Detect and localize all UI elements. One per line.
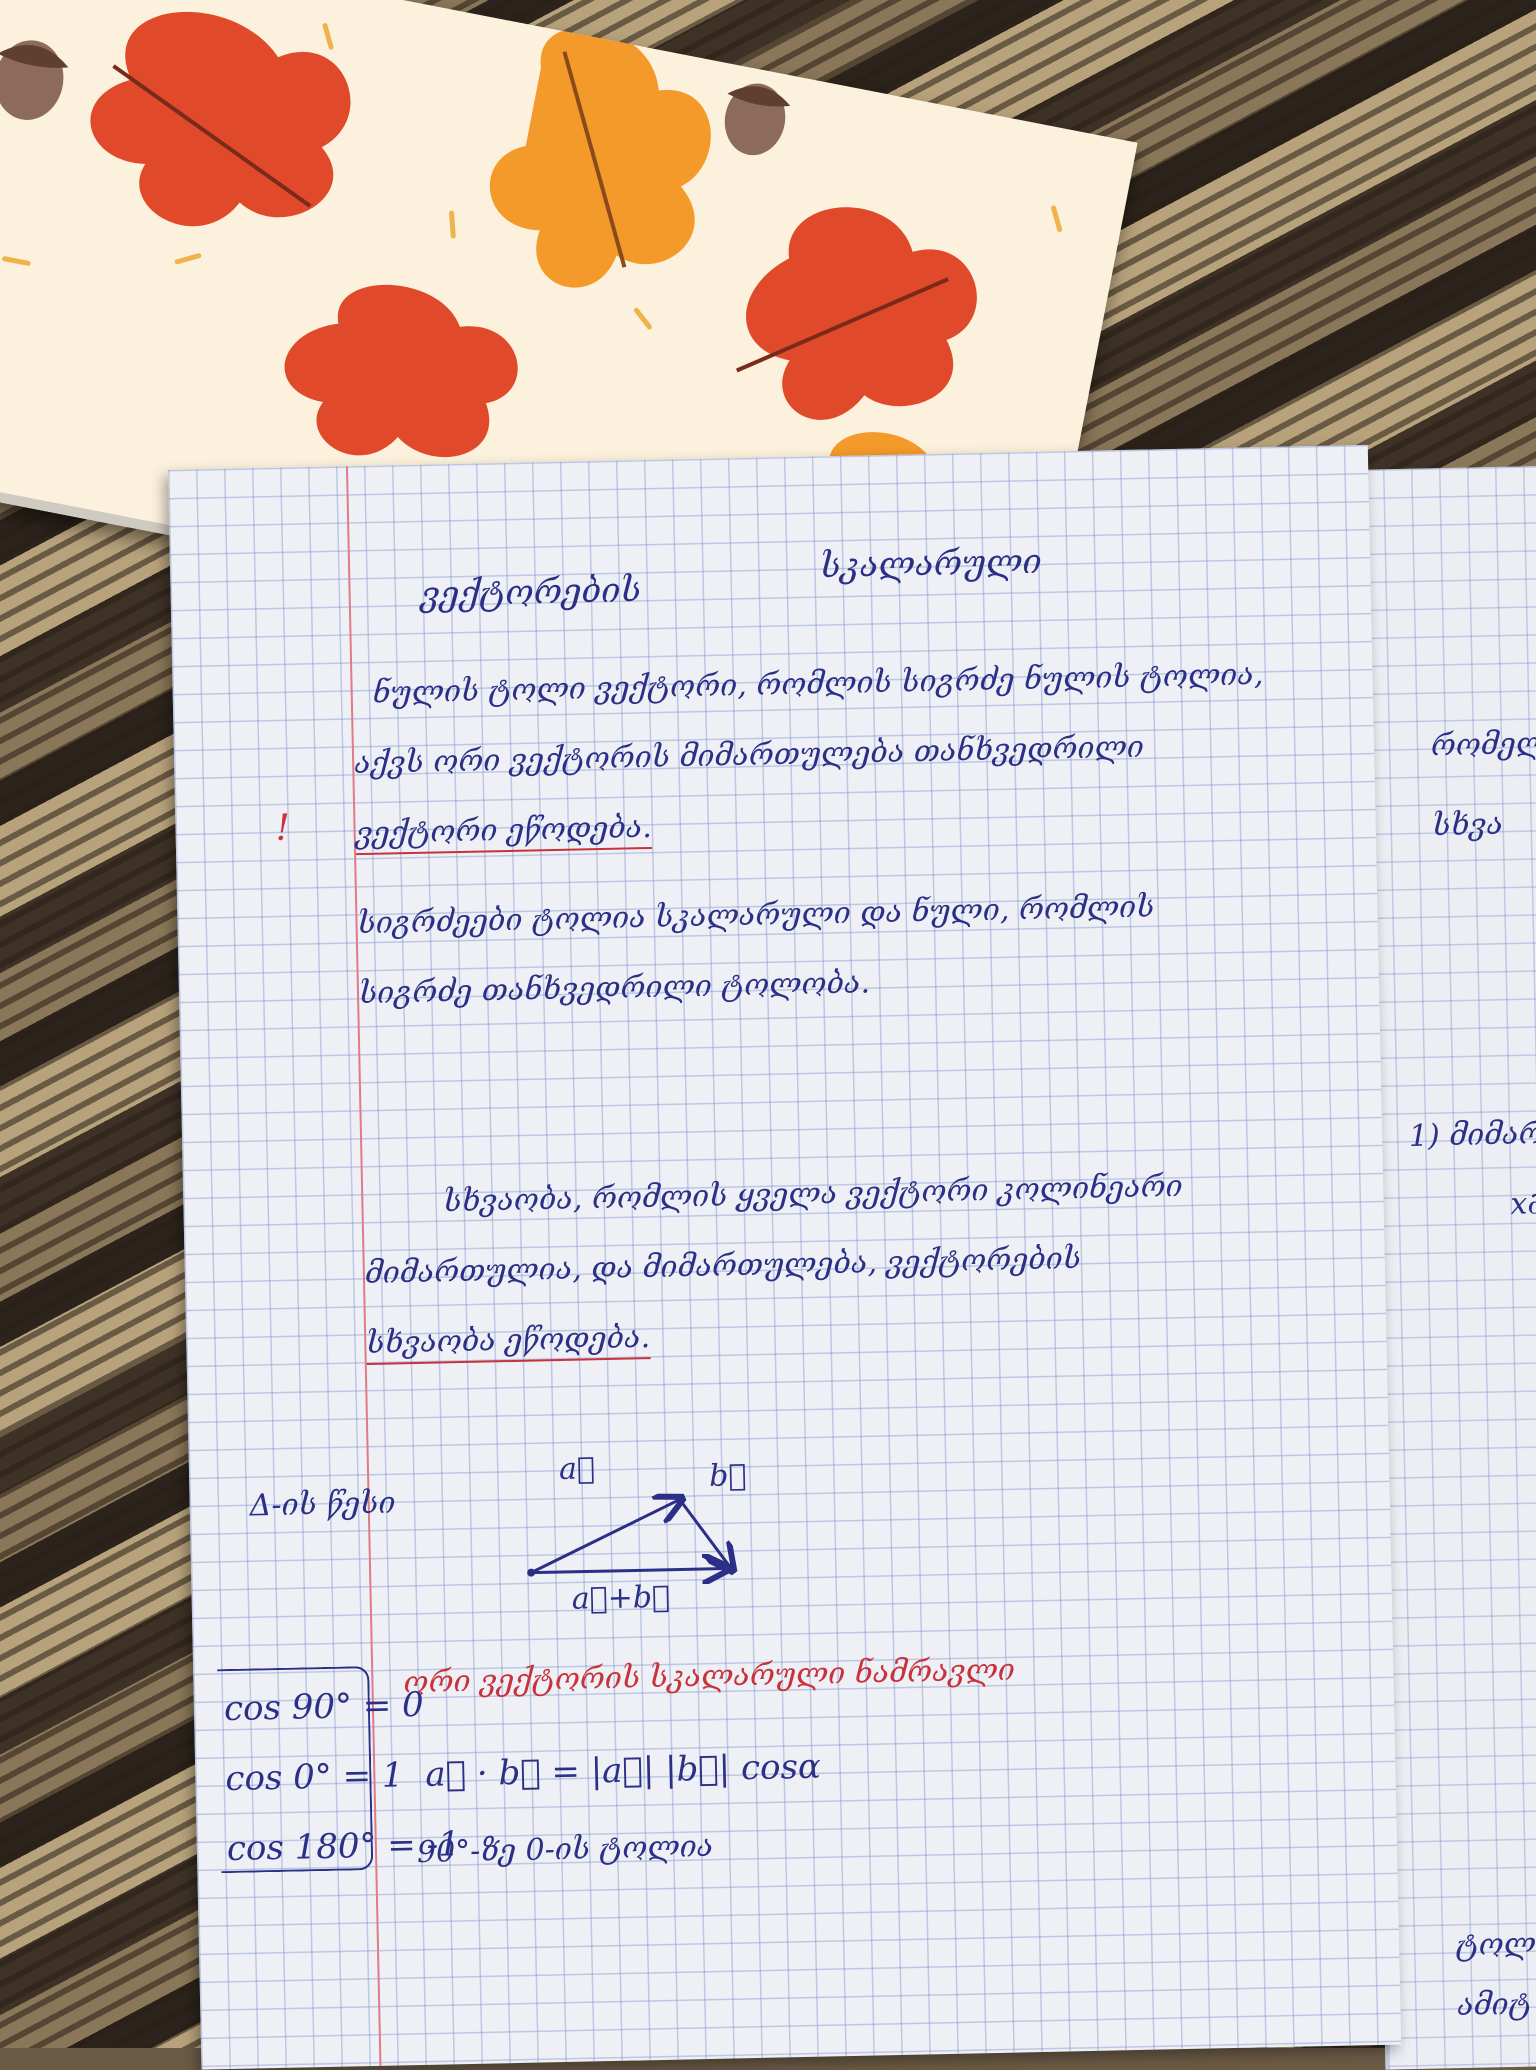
dot-product-heading: ორი ვექტორის სკალარული ნამრავლი [403, 1652, 1016, 1701]
right-fragment: რომელი [1430, 725, 1536, 764]
leaf-red-3 [284, 284, 518, 458]
acorn-1 [0, 40, 69, 120]
right-fragment: ამიტ [1456, 1986, 1532, 2024]
leaf-red-2 [735, 207, 977, 420]
leaf-red-1 [90, 11, 351, 227]
right-fragment: სხვა [1432, 806, 1504, 844]
vector-b-arrow [678, 1498, 731, 1569]
title-left: ვექტორების [420, 570, 642, 615]
perpendicular-note: 90°-ზე 0-ის ტოლია [416, 1828, 714, 1871]
para1-line1: ნულის ტოლი ვექტორი, რომლის სიგრძე ნულის … [372, 657, 1264, 711]
triangle-rule-label: Δ-ის წესი [249, 1485, 396, 1524]
title-right: სკალარული [819, 541, 1043, 587]
acorn-2 [724, 83, 791, 156]
leaf-orange-1 [489, 27, 711, 288]
para1-line2: აქვს ორი ვექტორის მიმართულება თანხვედრილ… [353, 729, 1145, 782]
underlined-term: სხვაობა ეწოდება. [365, 1320, 651, 1366]
vector-b-label: b⃗ [708, 1458, 747, 1494]
cos0-value: cos 0° = 1 [225, 1755, 404, 1800]
exclamation-mark: ! [275, 807, 291, 849]
dot-product-formula: a⃗ · b⃗ = |a⃗| |b⃗| cosα [424, 1746, 822, 1795]
underlined-term: ვექტორი ეწოდება. [355, 809, 653, 856]
notebook-page: ვექტორების სკალარული ნულის ტოლი ვექტორი,… [168, 444, 1402, 2070]
para3-line1: სხვაობა, რომლის ყველა ვექტორი კოლინეარი [443, 1168, 1184, 1220]
para3-line3: სხვაობა ეწოდება. [365, 1320, 651, 1366]
right-fragment: 1) მიმართ [1408, 1115, 1536, 1154]
cos90-value: cos 90° = 0 [223, 1684, 425, 1730]
para2-line1: სიგრძეები ტოლია სკალარული და ნული, რომლი… [357, 889, 1155, 942]
vector-sum-arrow [531, 1569, 726, 1573]
para3-line2: მიმართულია, და მიმართულება, ვექტორების [364, 1241, 1082, 1292]
vector-a-label: a⃗ [558, 1451, 596, 1488]
vector-a-arrow [530, 1500, 681, 1574]
para2-line2: სიგრძე თანხვედრილი ტოლობა. [358, 965, 871, 1012]
vector-sum-label: a⃗+b⃗ [571, 1579, 671, 1617]
para1-line3: ვექტორი ეწოდება. [355, 809, 653, 856]
right-fragment: x∂ [1510, 1186, 1536, 1222]
right-fragment: ტოლი [1455, 1926, 1536, 1964]
